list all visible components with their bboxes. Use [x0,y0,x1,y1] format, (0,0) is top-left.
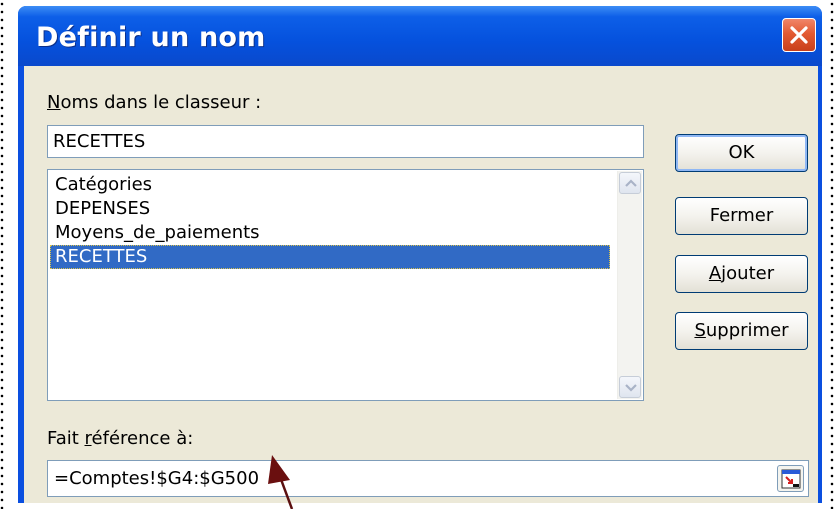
chevron-up-icon [625,179,637,187]
ajouter-button[interactable]: Ajouter [675,255,808,293]
close-button[interactable] [782,18,816,52]
collapse-dialog-button[interactable] [777,465,804,492]
left-dotted-border [0,0,4,509]
dialog-body: Noms dans le classeur : RECETTES Catégor… [24,66,818,503]
names-listbox[interactable]: Catégories DEPENSES Moyens_de_paiements … [47,169,644,401]
title-bar[interactable]: Définir un nom [18,6,822,66]
list-item[interactable]: Moyens_de_paiements [50,221,610,245]
names-label: Noms dans le classeur : [47,92,262,113]
dialog-title: Définir un nom [36,22,266,53]
scroll-down-button[interactable] [619,376,641,398]
vertical-scrollbar[interactable] [617,171,642,399]
collapse-dialog-icon [781,469,801,489]
refers-to-label: Fait référence à: [47,428,194,449]
supprimer-button[interactable]: Supprimer [675,312,808,350]
fermer-button[interactable]: Fermer [675,197,808,235]
define-name-dialog: Définir un nom Noms dans le classeur : R… [18,6,822,503]
scroll-up-button[interactable] [619,172,641,194]
name-input[interactable]: RECETTES [47,125,644,158]
list-item-selected[interactable]: RECETTES [50,245,610,269]
close-x-icon [790,26,808,44]
list-item[interactable]: DEPENSES [50,197,610,221]
list-item[interactable]: Catégories [50,173,610,197]
right-dotted-border [830,0,834,509]
refers-to-field[interactable]: =Comptes!$G4:$G500 [47,460,809,497]
chevron-down-icon [625,384,637,392]
refers-to-value: =Comptes!$G4:$G500 [54,468,260,489]
ok-button[interactable]: OK [675,134,808,172]
